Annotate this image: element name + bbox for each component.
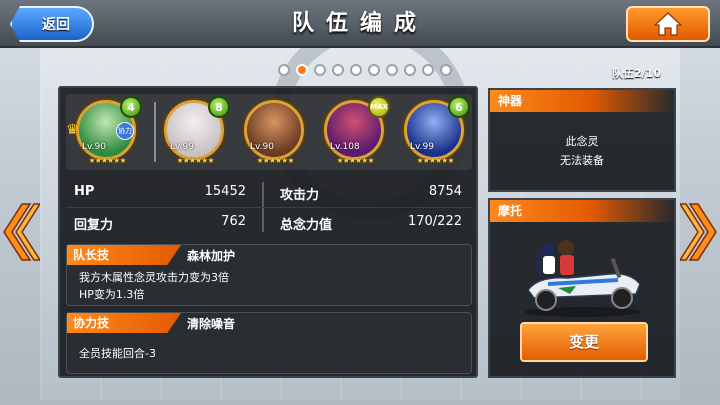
assist-tag: 协力 (116, 122, 134, 140)
pager-dot[interactable] (404, 64, 416, 76)
weapon-message-line2: 无法装备 (560, 154, 604, 167)
member-row: 4 ♛ 协力 Lv.90 ★★★★★★ 8 Lv.99 ★★★★★★ Lv.90 ★★★★★★ MA… (66, 94, 472, 170)
cost-value: 170/222 (407, 214, 462, 229)
member-rarity-stars: ★★★★★★ (88, 156, 126, 165)
member-rarity-stars: ★★★★★★ (256, 156, 294, 165)
chevron-left-icon (3, 203, 40, 261)
team-member-slot[interactable]: 8 Lv.99 ★★★★★★ (160, 96, 230, 166)
attack-label: 攻击力 (280, 188, 320, 203)
pager-dot[interactable] (332, 64, 344, 76)
assist-skill-box: 协力技 清除噪音 全员技能回合-3 (66, 312, 472, 374)
skill-level-badge: 8 (208, 96, 230, 118)
member-rarity-stars: ★★★★★★ (336, 156, 374, 165)
pager-dot[interactable] (440, 64, 452, 76)
leader-skill-desc: 我方木属性念灵攻击力变为3倍 HP变为1.3倍 (79, 269, 229, 303)
leader-divider (154, 102, 156, 162)
leader-skill-name: 森林加护 (187, 249, 236, 263)
member-level: Lv.108 (330, 142, 360, 152)
weapon-message: 此念灵 无法装备 (490, 132, 674, 170)
chevron-right-icon (680, 203, 717, 261)
pager-dot[interactable] (368, 64, 380, 76)
prev-team-arrow[interactable] (0, 200, 40, 264)
skill-level-badge: MAX (368, 96, 390, 118)
skill-level-badge: 6 (448, 96, 470, 118)
member-level: Lv.90 (250, 142, 274, 152)
assist-skill-name: 清除噪音 (187, 317, 236, 331)
member-level: Lv.99 (410, 142, 434, 152)
bike-heading: 摩托 (490, 200, 674, 222)
recovery-value: 762 (221, 214, 246, 229)
team-member-slot[interactable]: 4 ♛ 协力 Lv.90 ★★★★★★ (66, 96, 142, 166)
member-rarity-stars: ★★★★★★ (176, 156, 214, 165)
pager-dot[interactable] (314, 64, 326, 76)
leader-skill-heading: 队长技 (67, 245, 181, 265)
home-icon (653, 12, 683, 36)
bike-panel: 摩托 变更 (488, 198, 676, 378)
team-member-slot[interactable]: 6 Lv.99 ★★★★★★ (400, 96, 470, 166)
assist-skill-desc: 全员技能回合-3 (79, 347, 156, 360)
team-panel: 4 ♛ 协力 Lv.90 ★★★★★★ 8 Lv.99 ★★★★★★ Lv.90 ★★★★★★ MA… (58, 86, 478, 378)
leader-crown-icon: ♛ (66, 122, 79, 138)
leader-skill-box: 队长技 森林加护 我方木属性念灵攻击力变为3倍 HP变为1.3倍 (66, 244, 472, 306)
team-pager (278, 64, 452, 80)
top-bar: 返回 队伍编成 (0, 0, 720, 48)
pager-dot[interactable] (386, 64, 398, 76)
team-counter: 队伍2/10 (612, 67, 661, 80)
pager-dot[interactable] (422, 64, 434, 76)
recovery-label: 回复力 (74, 218, 114, 233)
pager-dot[interactable] (296, 64, 308, 76)
stat-row-divider (66, 207, 472, 208)
leader-skill-desc-line2: HP变为1.3倍 (79, 288, 145, 301)
pager-dot[interactable] (350, 64, 362, 76)
next-team-arrow[interactable] (680, 200, 720, 264)
home-button[interactable] (626, 6, 710, 42)
motorbike-image (525, 240, 641, 317)
weapon-message-line1: 此念灵 (565, 135, 599, 148)
team-member-slot[interactable]: Lv.90 ★★★★★★ (240, 98, 308, 166)
member-level: Lv.99 (170, 142, 194, 152)
page-title: 队伍编成 (291, 11, 428, 36)
weapon-panel: 神器 此念灵 无法装备 (488, 88, 676, 192)
team-member-slot[interactable]: MAX Lv.108 ★★★★★★ (320, 96, 390, 166)
attack-value: 8754 (428, 184, 462, 199)
leader-skill-desc-line1: 我方木属性念灵攻击力变为3倍 (79, 271, 229, 284)
hp-value: 15452 (204, 184, 246, 199)
team-stats: HP 15452 回复力 762 攻击力 8754 总念力值 170/222 (66, 178, 472, 238)
weapon-heading: 神器 (490, 90, 674, 112)
change-bike-button[interactable]: 变更 (520, 322, 648, 362)
member-level: Lv.90 (82, 142, 106, 152)
pager-dot[interactable] (278, 64, 290, 76)
hp-label: HP (74, 184, 95, 199)
skill-level-badge: 4 (120, 96, 142, 118)
cost-label: 总念力值 (280, 218, 333, 233)
assist-skill-heading: 协力技 (67, 313, 181, 333)
member-rarity-stars: ★★★★★★ (416, 156, 454, 165)
back-button[interactable]: 返回 (10, 6, 94, 42)
